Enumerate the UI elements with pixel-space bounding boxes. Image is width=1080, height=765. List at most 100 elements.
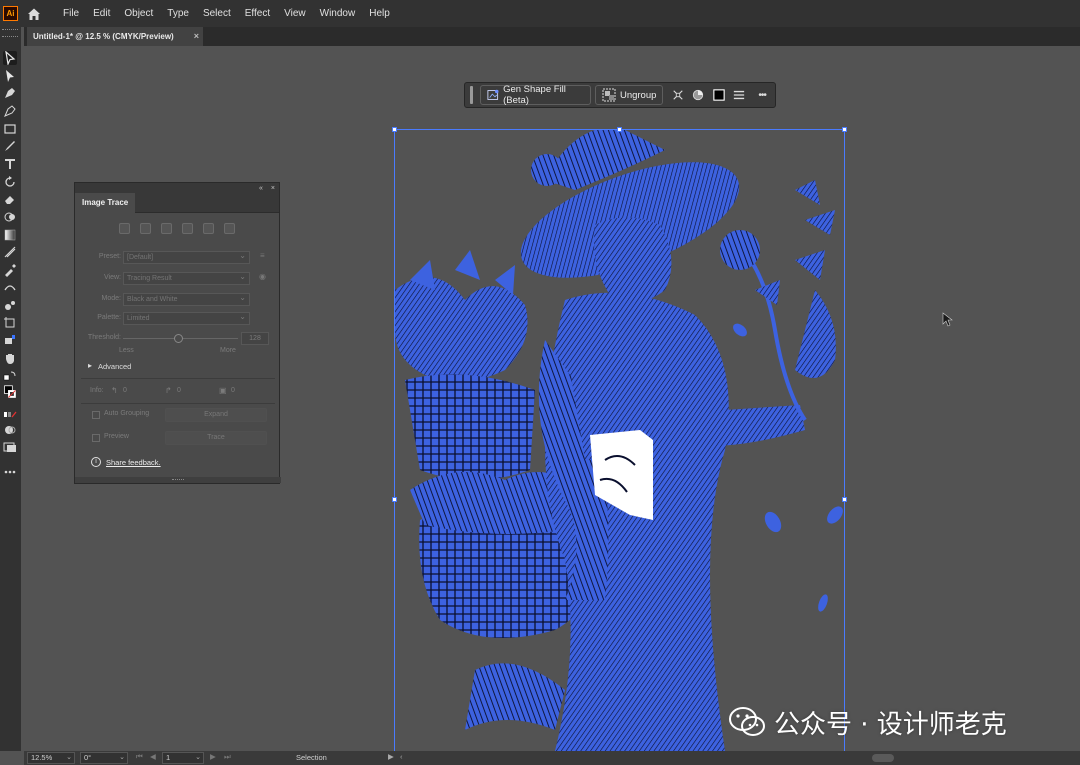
scroll-left-icon[interactable]: ‹ [400, 752, 403, 761]
rotate-tool-icon[interactable] [3, 175, 17, 189]
toolbar-grip[interactable] [2, 29, 18, 37]
mesh-tool-icon[interactable] [3, 245, 17, 259]
preset-dropdown[interactable]: [Default] [123, 250, 250, 264]
menu-edit[interactable]: Edit [86, 0, 117, 27]
mode-dropdown[interactable]: Black and White [123, 292, 250, 306]
artboard-dropdown-icon[interactable]: ⌄ [195, 753, 201, 763]
mode-label: Mode: [101, 295, 121, 302]
symbol-sprayer-tool-icon[interactable] [3, 298, 17, 312]
trace-button[interactable]: Trace [165, 431, 267, 445]
home-icon[interactable] [26, 6, 42, 22]
menu-view[interactable]: View [277, 0, 313, 27]
document-tab[interactable]: Untitled-1* @ 12.5 % (CMYK/Preview) × [27, 27, 203, 46]
previous-artboard-icon[interactable]: ◀ [150, 752, 156, 761]
black-white-preset-icon[interactable] [203, 223, 214, 234]
ungroup-button[interactable]: Ungroup [594, 85, 664, 105]
fill-color-swatch-icon[interactable] [712, 88, 725, 102]
eye-icon[interactable]: ◉ [259, 272, 266, 281]
menu-type[interactable]: Type [160, 0, 196, 27]
zoom-value: 12.5% [31, 753, 53, 762]
view-label: View: [104, 274, 121, 281]
direct-selection-tool-icon[interactable] [3, 69, 17, 83]
expand-button[interactable]: Expand [165, 408, 267, 422]
menu-window[interactable]: Window [313, 0, 363, 27]
recolor-icon[interactable] [692, 88, 704, 102]
close-tab-icon[interactable]: × [194, 31, 199, 41]
auto-grouping-label: Auto Grouping [104, 410, 150, 417]
menu-bar: Ai File Edit Object Type Select Effect V… [0, 0, 1080, 27]
mouse-cursor-icon [942, 312, 953, 327]
blend-tool-icon[interactable] [3, 280, 17, 294]
outline-preset-icon[interactable] [224, 223, 235, 234]
resize-handle-left[interactable] [392, 497, 397, 502]
swap-colors-icon[interactable] [3, 369, 17, 383]
hand-tool-icon[interactable] [3, 351, 17, 365]
preview-checkbox[interactable] [92, 434, 100, 442]
resize-handle-top-right[interactable] [842, 127, 847, 132]
gradient-tool-icon[interactable] [3, 228, 17, 242]
zoom-field[interactable]: 12.5% ⌄ [27, 752, 75, 764]
rotate-dropdown-icon[interactable]: ⌄ [119, 753, 125, 763]
share-feedback-link[interactable]: Share feedback. [106, 458, 161, 467]
menu-select[interactable]: Select [196, 0, 238, 27]
resize-handle-right[interactable] [842, 497, 847, 502]
rotate-view-field[interactable]: 0° ⌄ [80, 752, 128, 764]
fill-stroke-icon[interactable] [3, 385, 19, 403]
artboard-field[interactable]: 1 ⌄ [162, 752, 204, 764]
advanced-row[interactable]: ▸ Advanced [75, 360, 281, 374]
close-panel-icon[interactable]: × [271, 185, 275, 192]
selection-tool-icon[interactable] [3, 50, 17, 67]
auto-color-preset-icon[interactable] [119, 223, 130, 234]
menu-help[interactable]: Help [362, 0, 397, 27]
resize-handle-top[interactable] [617, 127, 622, 132]
grayscale-preset-icon[interactable] [182, 223, 193, 234]
type-tool-icon[interactable] [3, 157, 17, 171]
tab-image-trace[interactable]: Image Trace [75, 193, 136, 214]
collapse-panel-icon[interactable]: « [259, 185, 263, 192]
transform-icon[interactable] [671, 88, 683, 102]
panel-resize-grip[interactable] [75, 477, 281, 483]
low-color-preset-icon[interactable] [161, 223, 172, 234]
screen-mode-icon[interactable] [3, 440, 17, 454]
task-bar-grip[interactable] [470, 86, 473, 104]
panel-title-bar[interactable]: « × [75, 183, 279, 193]
high-color-preset-icon[interactable] [140, 223, 151, 234]
menu-effect[interactable]: Effect [238, 0, 277, 27]
curvature-tool-icon[interactable] [3, 104, 17, 118]
more-tools-icon[interactable] [3, 465, 17, 479]
eyedropper-tool-icon[interactable] [3, 263, 17, 277]
auto-grouping-checkbox[interactable] [92, 411, 100, 419]
palette-dropdown[interactable]: Limited [123, 311, 250, 325]
menu-file[interactable]: File [56, 0, 86, 27]
gen-shape-fill-button[interactable]: Gen Shape Fill (Beta) [479, 84, 591, 106]
more-options-icon[interactable]: ••• [753, 88, 771, 102]
paintbrush-tool-icon[interactable] [3, 139, 17, 153]
zoom-dropdown-icon[interactable]: ⌄ [66, 753, 72, 763]
panel-divider [81, 403, 275, 404]
first-artboard-icon[interactable]: ⏮ [136, 752, 143, 762]
disclosure-triangle-icon[interactable]: ▸ [88, 361, 92, 370]
align-options-icon[interactable] [733, 88, 745, 102]
color-mode-icon[interactable] [3, 408, 17, 422]
rotate-value: 0° [84, 753, 92, 762]
threshold-slider-thumb[interactable] [174, 334, 183, 343]
artboard-tool-icon[interactable] [3, 316, 17, 330]
eraser-tool-icon[interactable] [3, 192, 17, 206]
view-dropdown[interactable]: Tracing Result [123, 271, 250, 285]
draw-mode-icon[interactable] [3, 423, 17, 437]
pen-tool-icon[interactable] [3, 86, 17, 100]
threshold-value-field[interactable]: 128 [241, 332, 269, 345]
resize-handle-top-left[interactable] [392, 127, 397, 132]
traced-artwork[interactable] [395, 130, 846, 751]
preset-list-icon[interactable]: ≡ [260, 251, 265, 260]
last-artboard-icon[interactable]: ⏭ [224, 752, 231, 762]
next-artboard-icon[interactable]: ▶ [210, 752, 216, 761]
status-menu-icon[interactable]: ▶ [388, 752, 394, 761]
info-row: Info: ↰ 0 ↱ 0 ▣ 0 [75, 385, 281, 399]
slice-tool-icon[interactable] [3, 333, 17, 347]
advanced-label: Advanced [98, 362, 132, 371]
shape-builder-tool-icon[interactable] [3, 210, 17, 224]
rectangle-tool-icon[interactable] [3, 122, 17, 136]
horizontal-scrollbar-thumb[interactable] [872, 754, 894, 762]
menu-object[interactable]: Object [117, 0, 160, 27]
